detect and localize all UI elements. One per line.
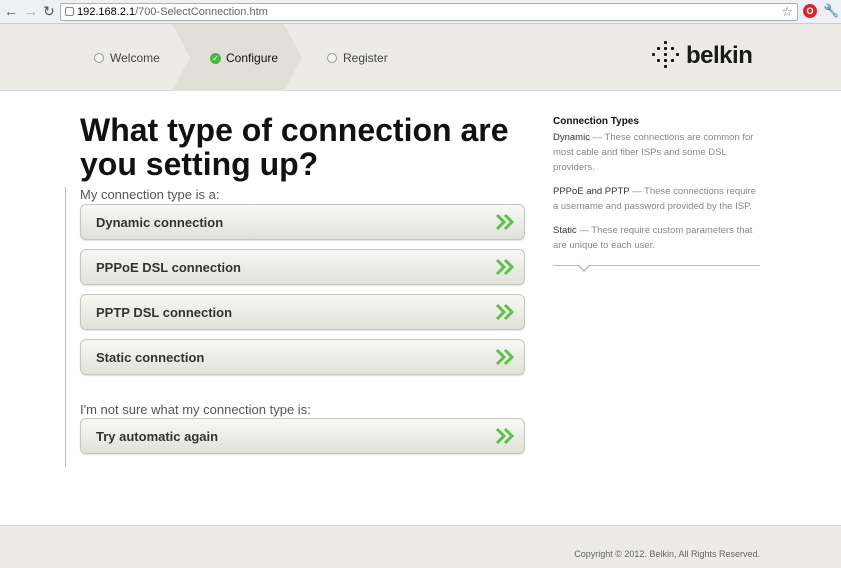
step-label: Welcome (110, 51, 160, 65)
connection-type-label: My connection type is a: (80, 187, 220, 202)
dynamic-description: Dynamic — These connections are common f… (553, 130, 763, 175)
reload-icon[interactable]: ↻ (41, 3, 57, 19)
radio-icon (94, 53, 104, 63)
button-label: PPTP DSL connection (96, 305, 233, 320)
brand-name: belkin (686, 42, 753, 69)
wrench-icon[interactable]: 🔧 (823, 3, 839, 19)
extension-icon[interactable]: O (803, 4, 817, 18)
url-path: /700-SelectConnection.htm (135, 6, 268, 18)
step-label: Configure (226, 51, 279, 65)
double-chevron-right-icon (495, 303, 515, 321)
browser-toolbar: ← → ↻ 192.168.2.1/700-SelectConnection.h… (0, 0, 841, 24)
double-chevron-right-icon (495, 427, 515, 445)
step-welcome: Welcome (94, 51, 160, 65)
bookmark-star-icon[interactable]: ☆ (781, 4, 793, 20)
radio-icon (327, 53, 337, 63)
copyright-text: Copyright © 2012. Belkin, All Rights Res… (574, 549, 760, 559)
step-label: Register (343, 51, 388, 65)
forward-arrow-icon[interactable]: → (23, 3, 39, 19)
double-chevron-right-icon (495, 258, 515, 276)
and-word: and (583, 186, 605, 197)
dynamic-connection-button[interactable]: Dynamic connection (80, 204, 525, 240)
button-label: PPPoE DSL connection (96, 260, 241, 275)
step-register: Register (327, 51, 388, 65)
pptp-term: PPTP (604, 186, 630, 197)
footer: Copyright © 2012. Belkin, All Rights Res… (0, 525, 841, 568)
step-configure: ✓ Configure (210, 51, 278, 65)
static-description: Static — These require custom parameters… (553, 223, 763, 253)
static-term: Static (553, 225, 577, 236)
pppoe-connection-button[interactable]: PPPoE DSL connection (80, 249, 525, 285)
back-arrow-icon[interactable]: ← (3, 3, 19, 19)
pppoe-pptp-description: PPPoE and PPTP — These connections requi… (553, 184, 763, 214)
sidebar-pointer-icon (577, 264, 591, 272)
dynamic-term: Dynamic (553, 132, 590, 143)
sidebar-title: Connection Types (553, 116, 639, 127)
double-chevron-right-icon (495, 213, 515, 231)
page-icon (65, 7, 74, 16)
check-circle-icon: ✓ (210, 52, 221, 64)
pppoe-term: PPPoE (553, 186, 584, 197)
button-label: Static connection (96, 350, 205, 365)
button-label: Try automatic again (96, 429, 219, 444)
section-divider-vertical (65, 187, 66, 467)
static-desc: — These require custom parameters that a… (553, 225, 753, 251)
not-sure-label: I'm not sure what my connection type is: (80, 402, 311, 417)
pptp-connection-button[interactable]: PPTP DSL connection (80, 294, 525, 330)
address-bar[interactable]: 192.168.2.1/700-SelectConnection.htm ☆ (60, 3, 798, 21)
try-automatic-button[interactable]: Try automatic again (80, 418, 525, 454)
url-host: 192.168.2.1 (77, 6, 136, 18)
double-chevron-right-icon (495, 348, 515, 366)
belkin-logo: belkin (652, 40, 753, 72)
button-label: Dynamic connection (96, 215, 224, 230)
page-title: What type of connection are you setting … (80, 112, 509, 182)
static-connection-button[interactable]: Static connection (80, 339, 525, 375)
belkin-dots-icon (652, 41, 680, 70)
